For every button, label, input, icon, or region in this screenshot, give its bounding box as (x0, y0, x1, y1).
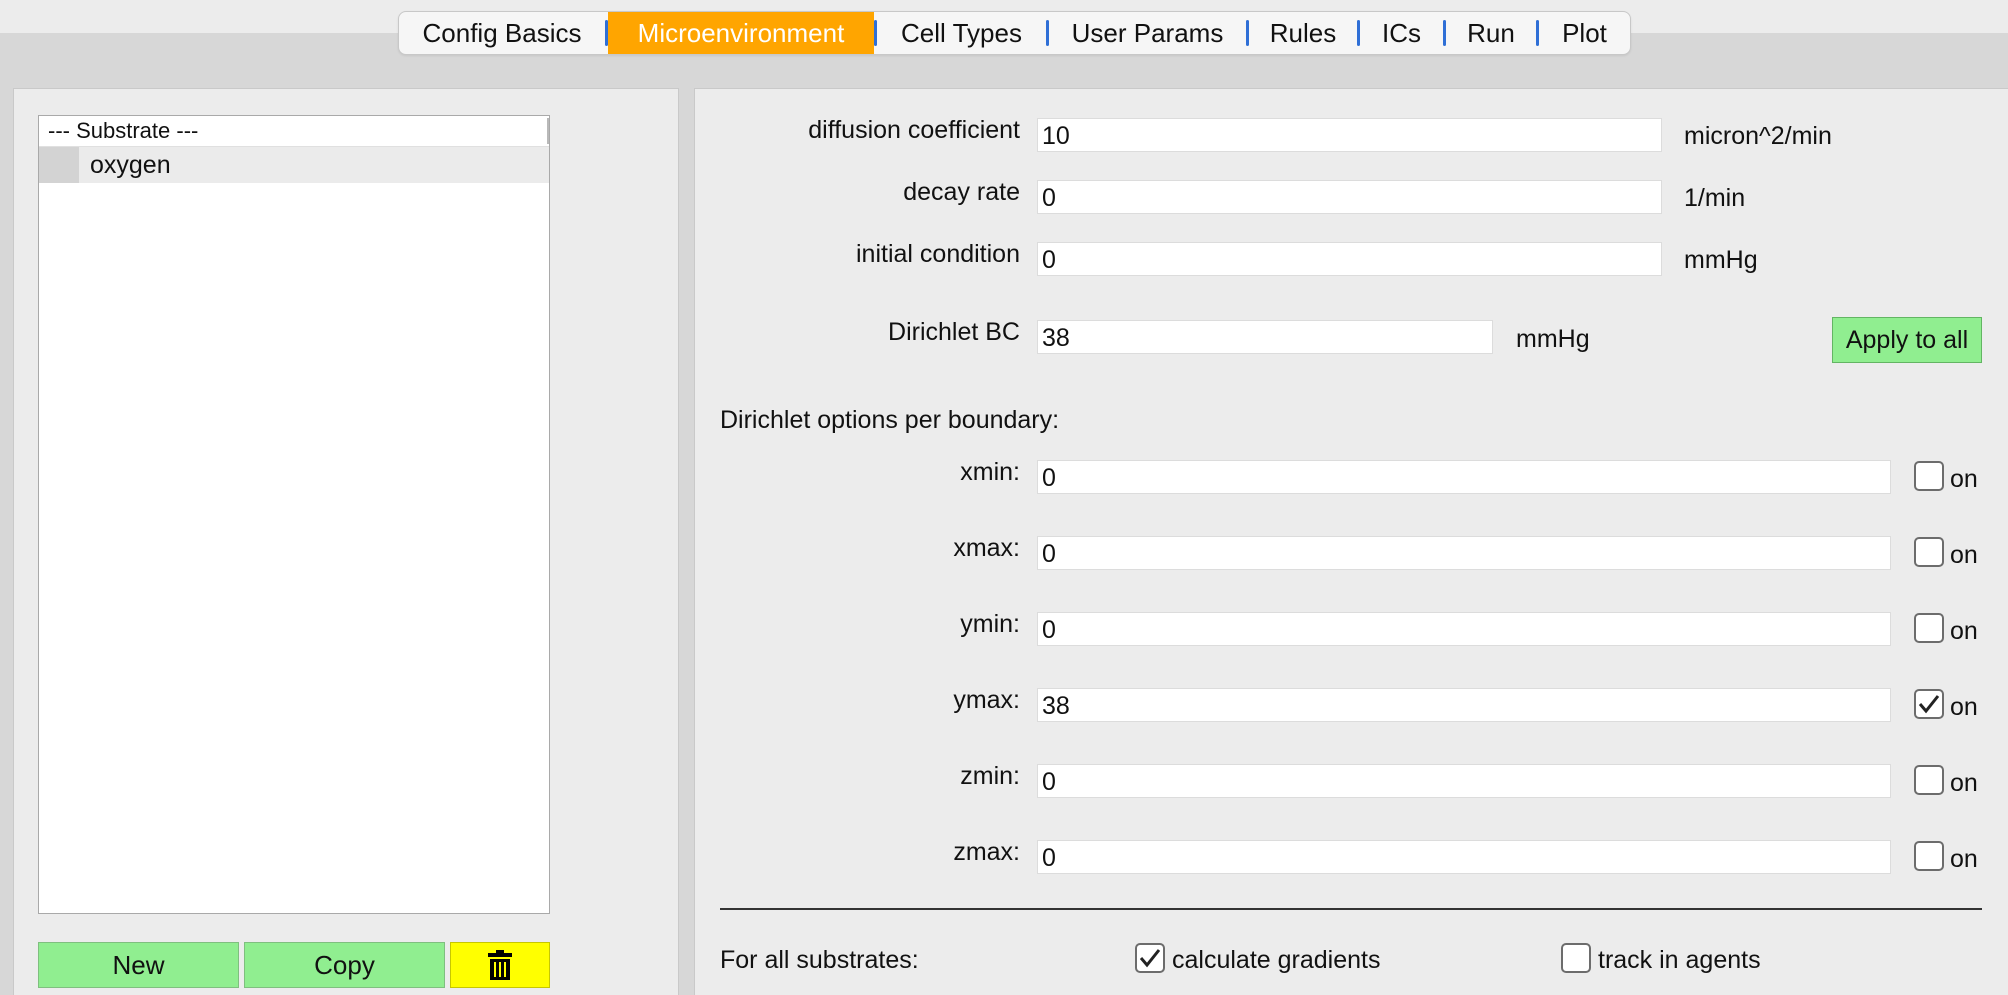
tab-user-params[interactable]: User Params (1049, 12, 1246, 54)
zmax-on-checkbox[interactable] (1914, 841, 1944, 871)
tab-config-basics[interactable]: Config Basics (399, 12, 605, 54)
initial-condition-input[interactable]: 0 (1037, 242, 1662, 276)
list-item[interactable]: oxygen (39, 147, 549, 183)
xmax-label: xmax: (953, 534, 1020, 562)
decay-unit: 1/min (1684, 184, 1746, 212)
tab-microenvironment[interactable]: Microenvironment (608, 12, 874, 54)
substrate-list[interactable]: --- Substrate --- oxygen (38, 115, 550, 914)
all-substrates-label: For all substrates: (720, 946, 919, 974)
tab-plot[interactable]: Plot (1539, 12, 1630, 54)
ymin-on-label: on (1950, 617, 1978, 645)
ymin-label: ymin: (960, 610, 1020, 638)
ymax-label: ymax: (953, 686, 1020, 714)
zmax-label: zmax: (953, 838, 1020, 866)
tab-rules[interactable]: Rules (1249, 12, 1357, 54)
dirichlet-bc-input[interactable]: 38 (1037, 320, 1493, 354)
calculate-gradients-checkbox[interactable] (1135, 943, 1165, 973)
calculate-gradients-label: calculate gradients (1172, 946, 1381, 974)
xmax-input[interactable]: 0 (1037, 536, 1891, 570)
tab-cell-types[interactable]: Cell Types (877, 12, 1046, 54)
zmin-on-checkbox[interactable] (1914, 765, 1944, 795)
xmin-input[interactable]: 0 (1037, 460, 1891, 494)
tab-bar: Config Basics Microenvironment Cell Type… (398, 11, 1631, 55)
xmax-on-label: on (1950, 541, 1978, 569)
checkmark-icon (1918, 695, 1940, 714)
substrate-header-label: --- Substrate --- (48, 118, 199, 143)
zmin-label: zmin: (960, 762, 1020, 790)
dirichlet-options-title: Dirichlet options per boundary: (720, 406, 1060, 434)
tab-ics[interactable]: ICs (1360, 12, 1443, 54)
zmax-on-label: on (1950, 845, 1978, 873)
ymax-on-label: on (1950, 693, 1978, 721)
xmin-on-label: on (1950, 465, 1978, 493)
zmax-input[interactable]: 0 (1037, 840, 1891, 874)
delete-button[interactable] (450, 942, 550, 988)
tab-run[interactable]: Run (1446, 12, 1536, 54)
zmin-input[interactable]: 0 (1037, 764, 1891, 798)
apply-to-all-button[interactable]: Apply to all (1832, 317, 1982, 363)
track-in-agents-label: track in agents (1598, 946, 1761, 974)
section-divider (720, 908, 1982, 910)
copy-button[interactable]: Copy (244, 942, 445, 988)
dirichlet-bc-unit: mmHg (1516, 325, 1590, 353)
substrate-list-header: --- Substrate --- (39, 116, 549, 147)
ymax-input[interactable]: 38 (1037, 688, 1891, 722)
diffusion-coefficient-input[interactable]: 10 (1037, 118, 1662, 152)
trash-icon (488, 950, 512, 980)
track-in-agents-checkbox[interactable] (1561, 943, 1591, 973)
initial-condition-unit: mmHg (1684, 246, 1758, 274)
ymin-on-checkbox[interactable] (1914, 613, 1944, 643)
xmax-on-checkbox[interactable] (1914, 537, 1944, 567)
new-button[interactable]: New (38, 942, 239, 988)
diffusion-label: diffusion coefficient (808, 116, 1020, 144)
decay-rate-input[interactable]: 0 (1037, 180, 1662, 214)
zmin-on-label: on (1950, 769, 1978, 797)
list-item-label: oxygen (90, 150, 171, 179)
ymax-on-checkbox[interactable] (1914, 689, 1944, 719)
dirichlet-bc-label: Dirichlet BC (888, 318, 1020, 346)
decay-label: decay rate (903, 178, 1020, 206)
xmin-label: xmin: (960, 458, 1020, 486)
checkmark-icon (1139, 949, 1161, 968)
ymin-input[interactable]: 0 (1037, 612, 1891, 646)
substrate-color-swatch (39, 147, 79, 183)
xmin-on-checkbox[interactable] (1914, 461, 1944, 491)
diffusion-unit: micron^2/min (1684, 122, 1832, 150)
initial-condition-label: initial condition (856, 240, 1020, 268)
